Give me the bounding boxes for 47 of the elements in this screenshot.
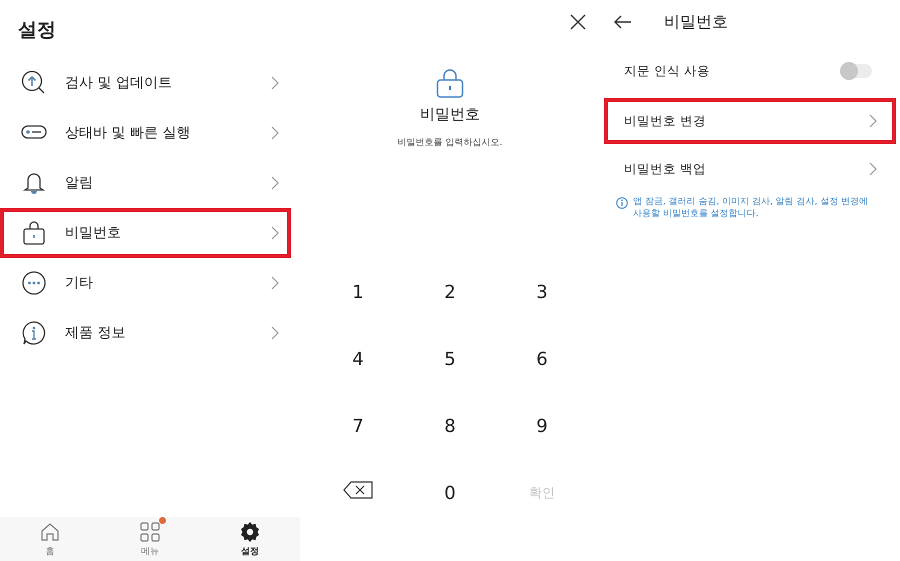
settings-row[interactable]: 비밀번호 변경	[604, 98, 896, 144]
back-button[interactable]	[614, 15, 632, 29]
prompt-text: 비밀번호를 입력하십시오.	[398, 137, 502, 149]
digit-key[interactable]: 7	[352, 414, 364, 438]
settings-item[interactable]: 비밀번호	[0, 208, 291, 258]
digit-key[interactable]: 8	[444, 414, 456, 438]
info-icon	[21, 320, 47, 346]
settings-item[interactable]: 상태바 및 빠른 실행	[0, 108, 291, 158]
screen-title: 비밀번호	[664, 12, 728, 32]
chevron-icon	[868, 113, 878, 129]
settings-item[interactable]: 기타	[0, 258, 291, 308]
settings-item[interactable]: 검사 및 업데이트	[0, 58, 291, 108]
magnifier-icon	[21, 70, 47, 96]
settings-item[interactable]: 제품 정보	[0, 308, 291, 358]
digit-key[interactable]: 5	[444, 348, 456, 372]
home-icon	[39, 520, 61, 542]
chevron-icon	[270, 275, 280, 291]
toggle-switch[interactable]	[842, 64, 872, 78]
digit-key[interactable]: 3	[536, 280, 548, 304]
settings-item[interactable]: 알림	[0, 158, 291, 208]
close-button[interactable]	[570, 14, 586, 30]
chevron-icon	[270, 175, 280, 191]
chevron-icon	[868, 161, 878, 177]
grid-icon	[139, 520, 161, 542]
nav-tab[interactable]: 설정	[200, 517, 300, 561]
digit-key[interactable]: 6	[536, 348, 548, 372]
digit-key[interactable]: 9	[536, 414, 548, 438]
settings-row[interactable]: 지문 인식 사용	[604, 44, 896, 98]
settings-row[interactable]: 비밀번호 백업	[604, 144, 896, 194]
dialog-title: 비밀번호	[420, 105, 480, 124]
chevron-icon	[270, 325, 280, 341]
lock-icon	[436, 68, 464, 98]
digit-key[interactable]: 0	[444, 482, 456, 506]
digit-key[interactable]: 2	[444, 280, 456, 304]
nav-tab[interactable]: 홈	[0, 517, 100, 561]
more-icon	[21, 270, 47, 296]
gear-icon	[239, 520, 261, 542]
screen-title: 설정	[17, 18, 56, 41]
info-text: 앱 잠금, 갤러리 숨김, 이미지 검사, 알림 검사, 설정 변경에 사용할 비밀번호를 설정합니다.	[633, 196, 870, 220]
lock-icon	[21, 220, 47, 246]
digit-key[interactable]: 4	[352, 348, 364, 372]
chevron-icon	[270, 75, 280, 91]
info-icon	[616, 197, 628, 209]
chevron-icon	[270, 125, 280, 141]
nav-tab[interactable]: 메뉴	[100, 517, 200, 561]
chevron-icon	[270, 225, 280, 241]
digit-key[interactable]: 1	[352, 280, 364, 304]
